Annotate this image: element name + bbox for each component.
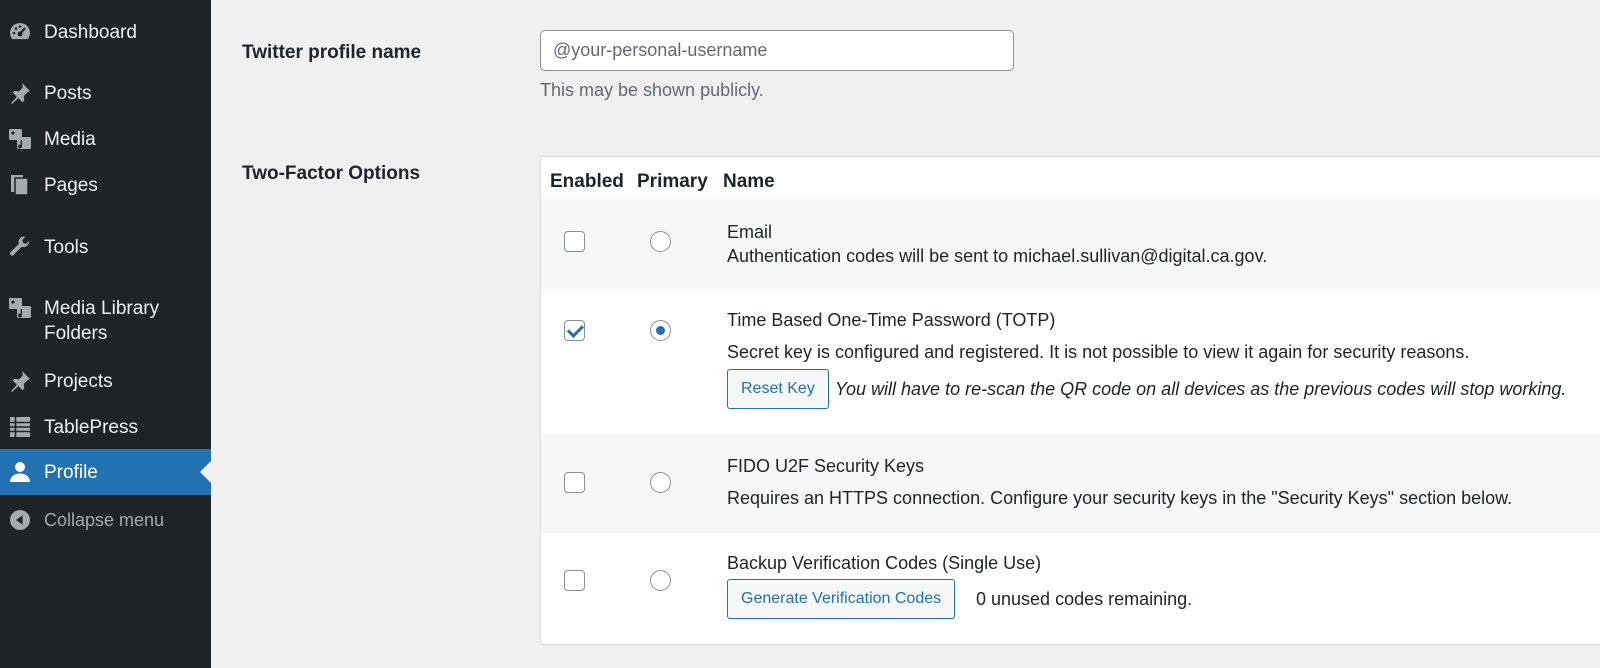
option-name: Time Based One-Time Password (TOTP) <box>727 310 1056 330</box>
sidebar-item-dashboard[interactable]: Dashboard <box>0 18 211 48</box>
collapse-menu-button[interactable]: Collapse menu <box>0 506 211 536</box>
backup-codes-enabled-checkbox[interactable] <box>564 570 585 591</box>
pages-icon <box>8 173 32 197</box>
two-factor-options-table: Enabled Primary Name Email Authenticatio… <box>540 156 1600 645</box>
sidebar-item-label: Media Library <box>44 298 160 319</box>
email-enabled-checkbox[interactable] <box>564 231 585 252</box>
option-name: Backup Verification Codes (Single Use) <box>727 553 1042 573</box>
option-description: Secret key is configured and registered.… <box>727 342 1470 362</box>
column-header-primary: Primary <box>637 171 708 192</box>
media-icon <box>8 127 32 151</box>
sidebar-item-projects[interactable]: Projects <box>0 367 211 397</box>
sidebar-item-label: Tools <box>44 237 89 258</box>
option-description: Requires an HTTPS connection. Configure … <box>727 488 1513 508</box>
sidebar-item-media[interactable]: Media <box>0 125 211 155</box>
sidebar-item-tablepress[interactable]: TablePress <box>0 413 211 443</box>
option-name: Email <box>727 222 773 242</box>
collapse-arrow-icon <box>8 508 32 532</box>
email-primary-radio[interactable] <box>650 231 671 252</box>
collapse-menu-label: Collapse menu <box>44 510 165 530</box>
sidebar-item-profile[interactable]: Profile <box>0 449 211 495</box>
sidebar-item-posts[interactable]: Posts <box>0 79 211 109</box>
totp-enabled-checkbox[interactable] <box>564 320 585 341</box>
admin-sidebar: Dashboard Posts Media Pages Tools Media … <box>0 0 211 668</box>
fido-enabled-checkbox[interactable] <box>564 472 585 493</box>
wrench-icon <box>8 235 32 259</box>
twitter-profile-input[interactable] <box>540 30 1014 71</box>
reset-key-warning: You will have to re-scan the QR code on … <box>835 379 1567 399</box>
two-factor-options-label: Two-Factor Options <box>242 163 421 184</box>
option-description: Authentication codes will be sent to mic… <box>727 246 1268 266</box>
table-row-backup-codes: Backup Verification Codes (Single Use) G… <box>541 533 1600 645</box>
dashboard-icon <box>8 20 32 44</box>
option-name: FIDO U2F Security Keys <box>727 456 925 476</box>
sidebar-item-label: Pages <box>44 175 98 196</box>
sidebar-item-label: TablePress <box>44 417 138 438</box>
table-row-fido-u2f: FIDO U2F Security Keys Requires an HTTPS… <box>541 434 1600 533</box>
column-header-name: Name <box>723 171 775 192</box>
backup-codes-primary-radio[interactable] <box>650 570 671 591</box>
sidebar-item-media-library-folders[interactable]: Media Library Folders <box>0 294 211 348</box>
reset-key-button[interactable]: Reset Key <box>727 369 829 409</box>
twitter-profile-description: This may be shown publicly. <box>540 80 764 100</box>
table-row-email: Email Authentication codes will be sent … <box>541 199 1600 289</box>
generate-verification-codes-button[interactable]: Generate Verification Codes <box>727 579 956 619</box>
pin-icon <box>8 81 32 105</box>
sidebar-item-label: Folders <box>44 323 108 344</box>
media-icon <box>8 296 32 320</box>
column-header-enabled: Enabled <box>550 171 624 192</box>
sidebar-item-label: Posts <box>44 83 92 104</box>
user-icon <box>8 460 32 484</box>
table-row-totp: Time Based One-Time Password (TOTP) Secr… <box>541 289 1600 434</box>
table-icon <box>8 415 32 439</box>
pin-icon <box>8 369 32 393</box>
sidebar-item-label: Media <box>44 129 96 150</box>
totp-primary-radio[interactable] <box>650 320 671 341</box>
sidebar-item-label: Projects <box>44 371 113 392</box>
sidebar-item-tools[interactable]: Tools <box>0 233 211 263</box>
unused-codes-count: 0 unused codes remaining. <box>976 589 1193 609</box>
sidebar-item-label: Profile <box>44 462 98 483</box>
fido-primary-radio[interactable] <box>650 472 671 493</box>
sidebar-item-pages[interactable]: Pages <box>0 171 211 201</box>
twitter-profile-label: Twitter profile name <box>242 42 422 63</box>
sidebar-item-label: Dashboard <box>44 22 137 43</box>
